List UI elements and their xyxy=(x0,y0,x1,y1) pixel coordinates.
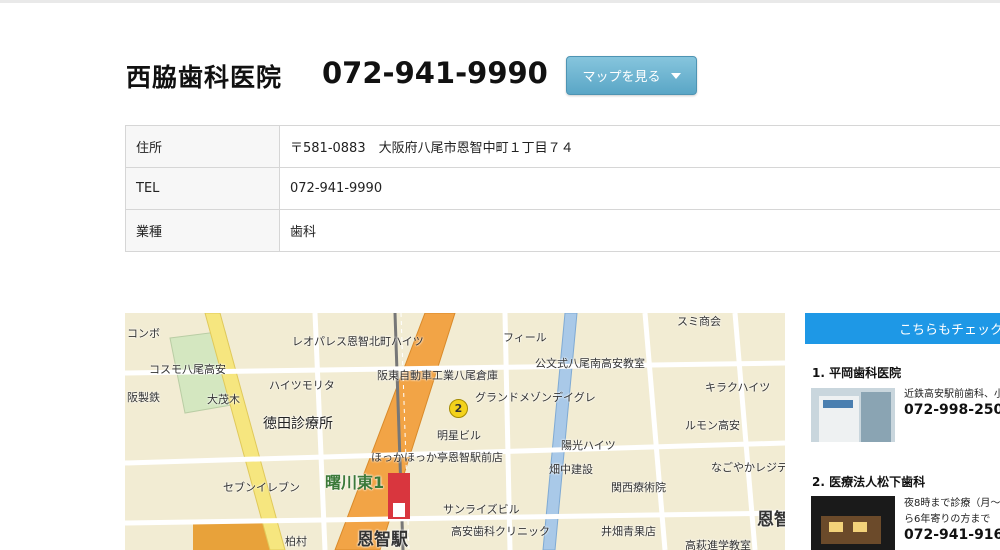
map-label: フィール xyxy=(503,331,547,344)
table-row: TEL 072-941-9990 xyxy=(125,167,1000,210)
table-row: 住所 〒581-0883 大阪府八尾市恩智中町１丁目７４ xyxy=(125,125,1000,168)
map-label: 大茂木 xyxy=(207,393,240,406)
map-label: 公文式八尾南高安教室 xyxy=(535,357,645,370)
map-label: 徳田診療所 xyxy=(263,416,333,432)
row-value-tel: 072-941-9990 xyxy=(279,167,1000,210)
caret-down-icon xyxy=(670,72,681,79)
related-item-title[interactable]: 1. 平岡歯科医院 xyxy=(812,364,901,381)
map-label: 曙川東1 xyxy=(325,473,385,492)
map-button-label: マップを見る xyxy=(582,70,661,85)
row-label-category: 業種 xyxy=(125,209,280,252)
map-label: グランドメゾンデイグレ xyxy=(475,391,596,404)
map-label: 明星ビル xyxy=(437,429,481,442)
row-value-address: 〒581-0883 大阪府八尾市恩智中町１丁目７４ xyxy=(279,125,1000,168)
map-marker-pin[interactable]: 2 xyxy=(449,399,468,418)
map-label: ルモン高安 xyxy=(685,419,740,432)
clinic-info-table: 住所 〒581-0883 大阪府八尾市恩智中町１丁目７４ TEL 072-941… xyxy=(125,125,1000,252)
related-item-desc: 夜8時まで診療（月〜 xyxy=(904,498,1000,509)
clinic-photo-thumbnail[interactable] xyxy=(811,496,895,550)
map-label: 関西療術院 xyxy=(611,481,666,494)
map-label: 恩智 xyxy=(757,510,785,530)
map-label: 阪製鉄 xyxy=(127,391,160,404)
map-label: サンライズビル xyxy=(443,503,520,516)
map-label: 畑中建設 xyxy=(549,463,593,476)
clinic-phone: 072-941-9990 xyxy=(322,56,548,90)
map-label: コンボ xyxy=(127,327,160,340)
top-border xyxy=(0,0,1000,3)
map-label: 柏村 xyxy=(285,535,307,548)
related-item-desc: 近鉄高安駅前歯科、小 xyxy=(904,389,1000,400)
map-toggle-button[interactable]: マップを見る xyxy=(566,56,697,95)
map-label: コスモ八尾高安 xyxy=(149,363,226,376)
area-map[interactable]: コンボ レオパレス恩智北町ハイツ フィール スミ商会 コスモ八尾高安 阪東自動車… xyxy=(125,313,785,550)
map-label: ほっかほっか亭恩智駅前店 xyxy=(371,451,503,464)
clinic-name: 西脇歯科医院 xyxy=(126,63,283,92)
map-label: ハイツモリタ xyxy=(269,379,335,392)
row-label-address: 住所 xyxy=(125,125,280,168)
map-label: 高安歯科クリニック xyxy=(451,525,550,538)
map-label: レオパレス恩智北町ハイツ xyxy=(292,335,424,348)
map-label: 陽光ハイツ xyxy=(561,439,616,452)
map-label: スミ商会 xyxy=(677,315,721,328)
clinic-photo-thumbnail[interactable] xyxy=(811,388,895,442)
row-label-tel: TEL xyxy=(125,167,280,210)
table-row: 業種 歯科 xyxy=(125,209,1000,252)
map-label: 恩智駅 xyxy=(357,530,408,550)
map-label: 高萩進学教室 xyxy=(685,539,751,550)
related-item-desc: ら6年寄りの方まで xyxy=(904,514,991,525)
related-item-phone: 072-941-9160 xyxy=(904,527,1000,543)
map-label: セブンイレブン xyxy=(223,481,300,494)
map-label: 阪東自動車工業八尾倉庫 xyxy=(377,369,498,382)
related-item-phone: 072-998-2500 xyxy=(904,402,1000,418)
map-label: なごやかレジデ xyxy=(711,461,785,474)
map-label: 井畑青果店 xyxy=(601,525,656,538)
map-label: キラクハイツ xyxy=(705,381,771,394)
related-heading: こちらもチェック xyxy=(805,313,1000,344)
related-item-title[interactable]: 2. 医療法人松下歯科 xyxy=(812,473,925,490)
row-value-category: 歯科 xyxy=(279,209,1000,252)
